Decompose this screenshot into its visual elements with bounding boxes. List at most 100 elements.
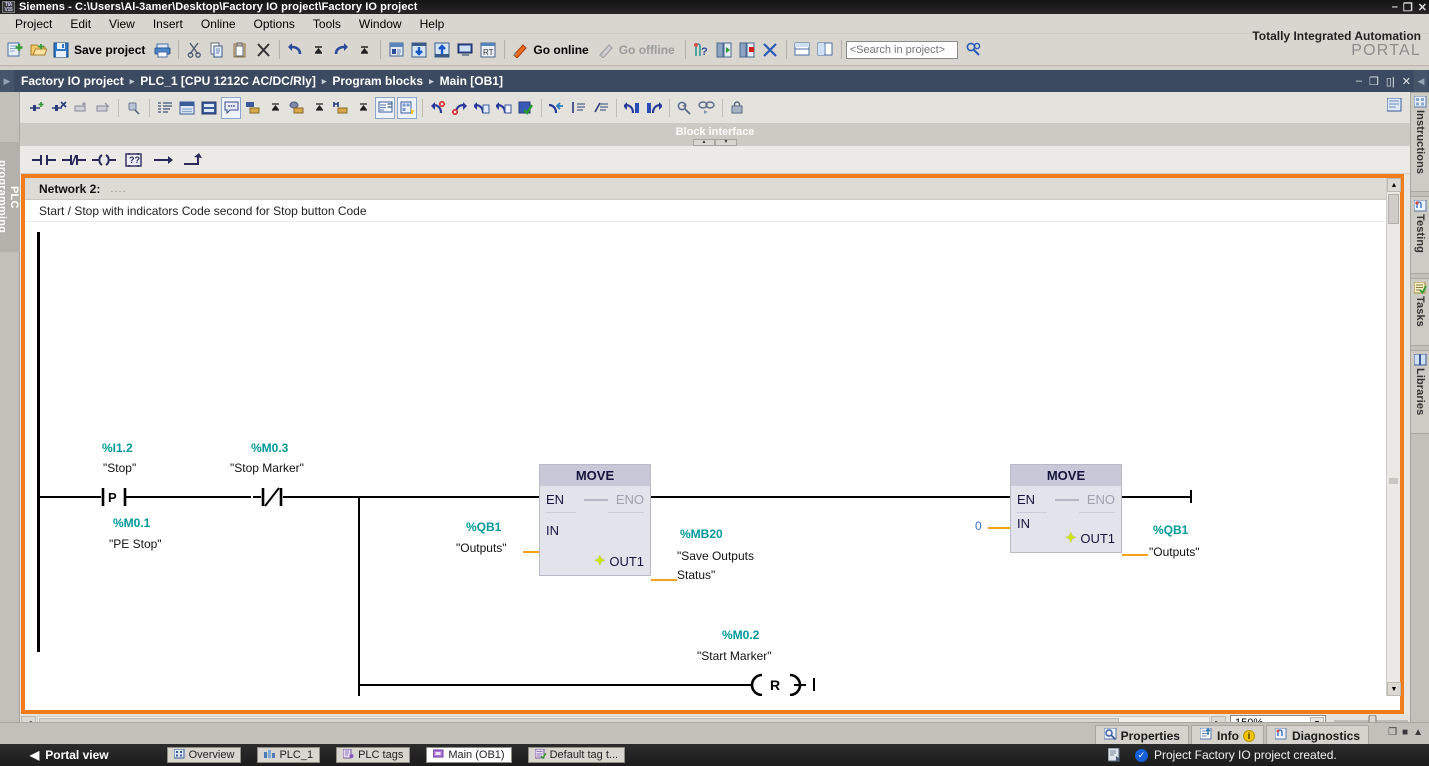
taskbar-button-plc-tags[interactable]: PLC tags — [336, 747, 411, 763]
status-log-icon[interactable] — [1107, 747, 1122, 762]
move1-in-symbol[interactable]: "Outputs" — [456, 541, 507, 555]
start-simulation-icon[interactable]: RT — [478, 39, 499, 60]
redo-dropdown-icon[interactable] — [354, 39, 375, 60]
monitor-icon[interactable] — [455, 39, 476, 60]
stop-cpu-icon[interactable] — [737, 39, 758, 60]
normally-closed-contact-icon[interactable] — [60, 149, 88, 171]
enable-network-icon[interactable] — [71, 97, 91, 119]
taskbar-button-overview[interactable]: Overview — [166, 747, 242, 763]
portal-view-button[interactable]: ◀ Portal view — [30, 748, 109, 762]
menu-item-view[interactable]: View — [100, 15, 144, 33]
menu-item-help[interactable]: Help — [411, 15, 454, 33]
sidebar-item-instructions[interactable]: Instructions — [1410, 92, 1429, 192]
insert-output-icon[interactable] — [287, 97, 307, 119]
insert-input-dropdown-icon[interactable] — [265, 97, 285, 119]
tab-info[interactable]: Info i — [1190, 725, 1264, 745]
minimize-icon[interactable]: – — [1392, 1, 1398, 13]
editor-restore-icon[interactable]: ❐ — [1369, 75, 1379, 88]
contact-1-symbol[interactable]: "Stop" — [103, 461, 136, 475]
breadcrumb-collapse-icon[interactable]: ▶ — [0, 70, 14, 92]
menu-item-edit[interactable]: Edit — [61, 15, 100, 33]
go-online-button[interactable]: Go online — [533, 43, 588, 57]
expand-all-icon[interactable] — [199, 97, 219, 119]
move2-in-value[interactable]: 0 — [975, 519, 982, 533]
insert-branch-dropdown-icon[interactable] — [353, 97, 373, 119]
move1-out-symbol-line2[interactable]: Status" — [677, 566, 715, 585]
block-interface-expand-icon[interactable]: ▼ — [715, 139, 737, 146]
move1-in-label[interactable]: IN — [546, 523, 559, 538]
sidebar-item-libraries[interactable]: Libraries — [1410, 350, 1429, 434]
contact-1-address[interactable]: %I1.2 — [102, 441, 133, 455]
reset-coil-address[interactable]: %M0.2 — [722, 628, 759, 642]
menu-item-insert[interactable]: Insert — [144, 15, 192, 33]
split-horizontal-icon[interactable] — [792, 39, 813, 60]
vertical-scroll-grip[interactable] — [1389, 478, 1398, 484]
update-inconsistent-calls-icon[interactable] — [472, 97, 492, 119]
find-icon[interactable] — [964, 39, 985, 60]
taskbar-button-default-tag-table[interactable]: Default tag t... — [527, 747, 626, 763]
menu-item-window[interactable]: Window — [350, 15, 411, 33]
move1-out-row[interactable]: ✦ OUT1 — [594, 553, 644, 569]
preview-icon[interactable] — [697, 97, 717, 119]
show-all-icon[interactable] — [155, 97, 175, 119]
output-coil-icon[interactable] — [90, 149, 118, 171]
go-offline-icon[interactable] — [596, 39, 617, 60]
show-symbolic-icon[interactable] — [591, 97, 611, 119]
menu-item-options[interactable]: Options — [245, 15, 304, 33]
stop-marker-contact[interactable] — [253, 486, 299, 508]
sidebar-item-plc-programming[interactable]: PLC programming — [0, 142, 20, 252]
taskbar-button-plc-1[interactable]: PLC_1 — [257, 747, 321, 763]
editor-close-icon[interactable]: ✕ — [1402, 75, 1411, 88]
undo-icon[interactable] — [285, 39, 306, 60]
canvas-vertical-scrollbar[interactable]: ▲ ▼ — [1386, 178, 1401, 696]
upload-icon[interactable] — [432, 39, 453, 60]
move1-in-address[interactable]: %QB1 — [466, 520, 501, 534]
cut-icon[interactable] — [184, 39, 205, 60]
monitor-on-icon[interactable] — [547, 97, 567, 119]
menu-item-project[interactable]: Project — [6, 15, 61, 33]
insert-network-icon[interactable] — [27, 97, 47, 119]
move-block-2[interactable]: MOVE EN ENO IN ✦ OUT1 — [1010, 464, 1122, 553]
panel-minimize-icon[interactable]: ■ — [1402, 727, 1408, 738]
start-cpu-icon[interactable] — [714, 39, 735, 60]
copy-icon[interactable] — [207, 39, 228, 60]
ladder-canvas[interactable]: %I1.2 "Stop" P %M0.1 "PE Stop" %M0.3 "St — [25, 222, 1386, 696]
breadcrumb-item-program-blocks[interactable]: Program blocks — [332, 74, 423, 88]
breadcrumb-item-project[interactable]: Factory IO project — [21, 74, 124, 88]
delete-icon[interactable] — [253, 39, 274, 60]
favorites-icon[interactable] — [397, 96, 417, 119]
breadcrumb-item-plc[interactable]: PLC_1 [CPU 1212C AC/DC/Rly] — [140, 74, 316, 88]
compile-icon[interactable] — [386, 39, 407, 60]
editor-options-icon[interactable] — [1386, 97, 1402, 113]
breadcrumb-expand-right-icon[interactable]: ◀ — [1414, 70, 1428, 92]
go-to-next-error-icon[interactable] — [450, 97, 470, 119]
add-output-icon[interactable]: ✦ — [1065, 530, 1076, 546]
reset-coil[interactable]: R — [750, 672, 806, 696]
insert-branch-icon[interactable] — [331, 97, 351, 119]
absolute-symbolic-icon[interactable] — [124, 97, 144, 119]
bookmark-previous-icon[interactable] — [622, 97, 642, 119]
breadcrumb-item-main[interactable]: Main [OB1] — [440, 74, 503, 88]
close-branch-icon[interactable] — [180, 149, 208, 171]
scroll-up-icon[interactable]: ▲ — [1387, 178, 1401, 192]
network-header[interactable]: Network 2: .... — [25, 178, 1400, 200]
sidebar-item-tasks[interactable]: Tasks — [1410, 278, 1429, 346]
reset-coil-symbol[interactable]: "Start Marker" — [697, 649, 772, 663]
add-output-icon[interactable]: ✦ — [594, 553, 605, 569]
move2-in-label[interactable]: IN — [1017, 516, 1030, 531]
block-interface-handles[interactable]: ▲ ▼ — [693, 139, 737, 146]
new-project-icon[interactable] — [5, 39, 26, 60]
contact-1-symbol-2[interactable]: "PE Stop" — [109, 537, 162, 551]
redo-icon[interactable] — [331, 39, 352, 60]
taskbar-button-main-ob1[interactable]: Main (OB1) — [426, 747, 512, 763]
network-comment[interactable]: Start / Stop with indicators Code second… — [25, 200, 1400, 222]
save-project-button[interactable]: Save project — [74, 43, 145, 57]
panel-expand-icon[interactable]: ▲ — [1413, 727, 1423, 738]
block-interface-collapse-icon[interactable]: ▲ — [693, 139, 715, 146]
network-layout-icon[interactable] — [375, 96, 395, 119]
open-branch-icon[interactable] — [150, 149, 178, 171]
stop-input-contact[interactable]: P — [95, 486, 143, 508]
contact-2-symbol[interactable]: "Stop Marker" — [230, 461, 304, 475]
go-to-previous-error-icon[interactable] — [428, 97, 448, 119]
paste-icon[interactable] — [230, 39, 251, 60]
